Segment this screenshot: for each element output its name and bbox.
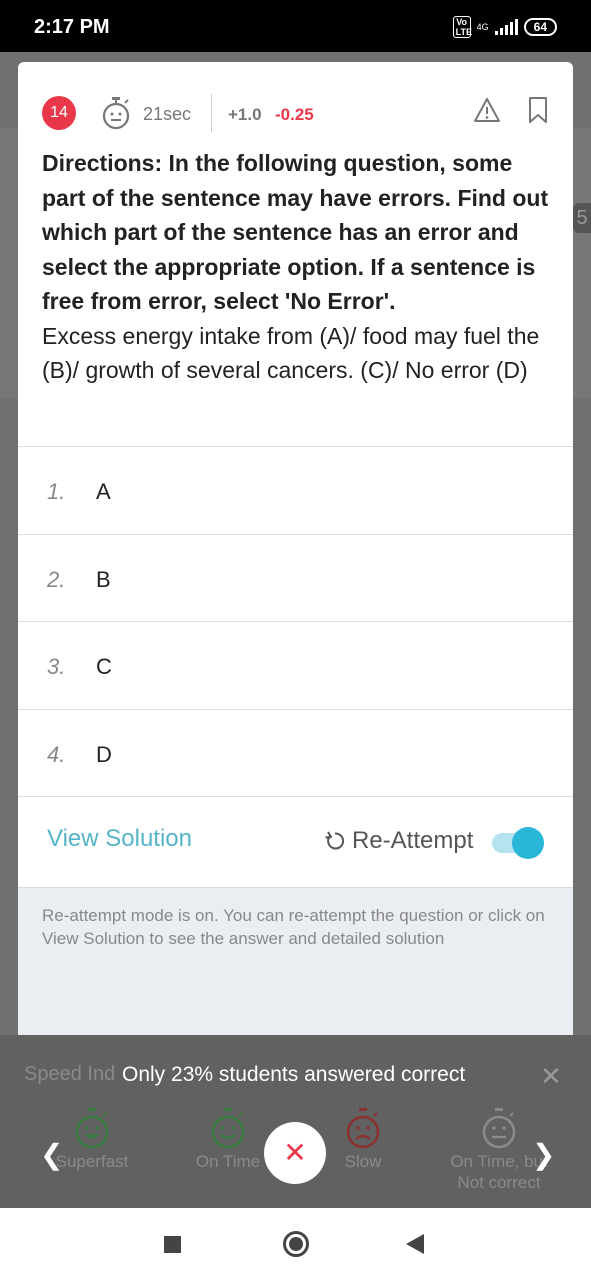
close-icon: ✕ xyxy=(283,1137,307,1168)
happy-timer-icon xyxy=(75,1108,109,1149)
speed-indicator-title: Speed Ind xyxy=(24,1063,116,1085)
option-label: B xyxy=(96,566,111,592)
option-label: C xyxy=(96,654,112,679)
speed-indicator-panel: Speed Ind Only 23% students answered cor… xyxy=(0,1035,591,1208)
speed-slow: Slow xyxy=(323,1107,403,1172)
speed-on-time: On Time xyxy=(188,1107,268,1172)
status-icons: Vo LTE 4G 64 xyxy=(452,16,557,38)
stopwatch-icon xyxy=(102,97,130,130)
report-warning-icon[interactable] xyxy=(473,96,501,124)
option-number: 4. xyxy=(47,741,66,767)
signal-icon xyxy=(494,19,518,35)
action-row: View Solution Re-Attempt xyxy=(18,796,573,886)
home-icon[interactable] xyxy=(283,1231,309,1257)
header-divider xyxy=(211,94,212,132)
speed-superfast: Superfast xyxy=(52,1107,132,1172)
smile-timer-icon xyxy=(211,1108,245,1149)
question-number-badge: 14 xyxy=(42,96,76,130)
question-body: Directions: In the following question, s… xyxy=(42,146,552,388)
option-label: A xyxy=(96,479,111,504)
options-list: 1. A 2. B 3. C 4. D xyxy=(18,446,573,796)
question-header: 14 21sec +1.0 -0.25 xyxy=(18,92,573,136)
reattempt-label: Re-Attempt xyxy=(352,827,474,854)
reattempt-info-box: Re-attempt mode is on. You can re-attemp… xyxy=(18,887,573,1040)
question-directions: Directions: In the following question, s… xyxy=(42,150,549,314)
speed-label: Superfast xyxy=(55,1152,129,1171)
sad-timer-icon xyxy=(346,1108,380,1149)
option-number: 2. xyxy=(47,566,66,592)
android-nav-bar xyxy=(0,1208,591,1280)
network-type: 4G xyxy=(476,21,489,32)
chevron-left-icon[interactable]: ❮ xyxy=(40,1138,63,1171)
option-1[interactable]: 1. A xyxy=(18,446,573,534)
option-2[interactable]: 2. B xyxy=(18,533,573,622)
close-panel-button[interactable]: ✕ xyxy=(264,1122,326,1184)
question-card: 14 21sec +1.0 -0.25 Directions: In the f… xyxy=(18,62,573,1040)
toast-message: Only 23% students answered correct xyxy=(122,1063,466,1086)
status-time: 2:17 PM xyxy=(34,16,110,38)
option-number: 3. xyxy=(47,654,66,679)
positive-mark: +1.0 xyxy=(228,105,262,124)
refresh-icon xyxy=(325,831,345,850)
timer-text: 21sec xyxy=(143,104,192,124)
option-label: D xyxy=(96,741,112,767)
background-question-number: 5 xyxy=(573,203,591,233)
speed-label: On Time xyxy=(195,1152,261,1171)
recents-icon[interactable] xyxy=(164,1236,181,1253)
close-icon[interactable]: ✕ xyxy=(540,1061,562,1092)
view-solution-link[interactable]: View Solution xyxy=(47,825,192,853)
reattempt-toggle[interactable] xyxy=(492,827,544,859)
question-text: Excess energy intake from (A)/ food may … xyxy=(42,322,540,384)
negative-mark: -0.25 xyxy=(275,105,314,124)
back-icon[interactable] xyxy=(406,1234,424,1254)
volte-icon: Vo LTE xyxy=(452,16,472,38)
chevron-right-icon[interactable]: ❯ xyxy=(532,1138,555,1171)
option-3[interactable]: 3. C xyxy=(18,621,573,709)
neutral-timer-icon xyxy=(482,1108,516,1149)
battery-icon: 64 xyxy=(523,18,557,36)
reattempt-label-group: Re-Attempt xyxy=(324,827,473,855)
bookmark-icon[interactable] xyxy=(527,96,549,124)
reattempt-info-text: Re-attempt mode is on. You can re-attemp… xyxy=(42,906,545,948)
speed-label: Slow xyxy=(344,1152,382,1171)
option-number: 1. xyxy=(47,479,66,504)
toggle-knob xyxy=(512,827,544,859)
option-4[interactable]: 4. D xyxy=(18,708,573,797)
status-bar: 2:17 PM Vo LTE 4G 64 xyxy=(0,0,591,52)
